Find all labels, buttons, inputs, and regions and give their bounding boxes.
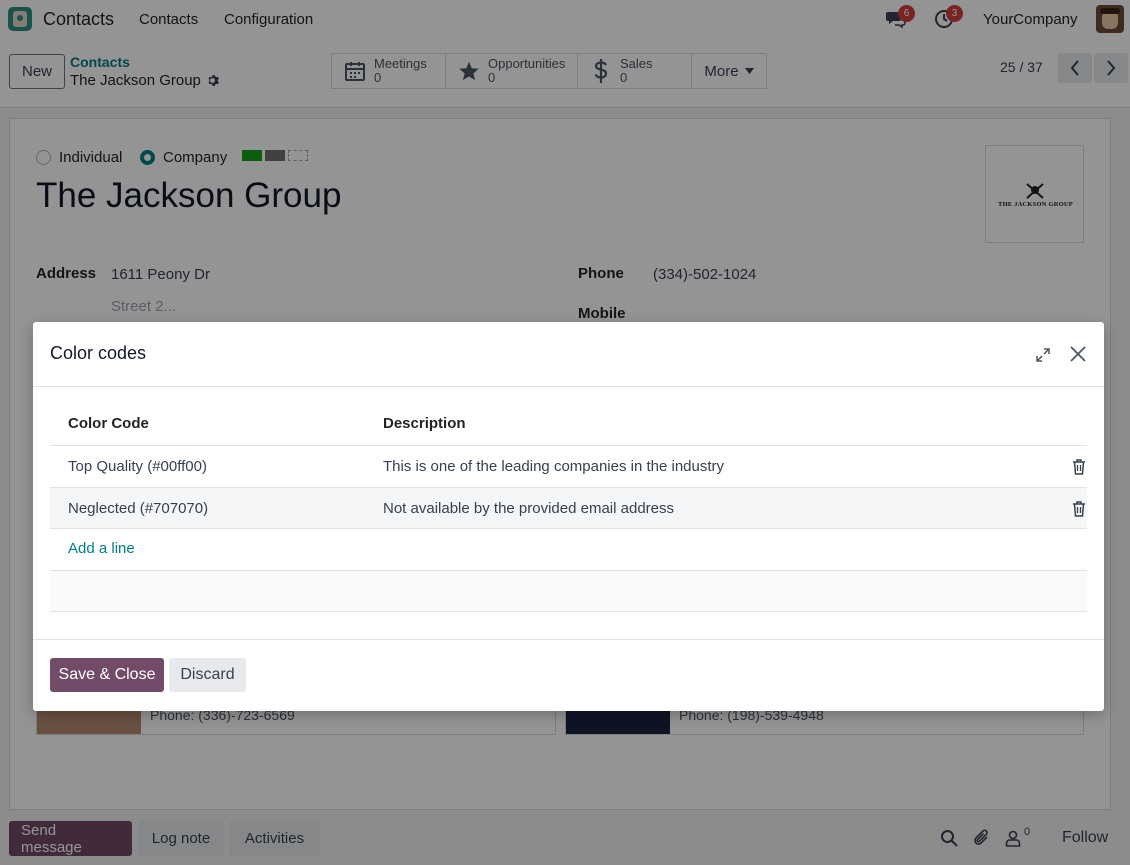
expand-icon[interactable] — [1033, 345, 1053, 365]
column-header-description[interactable]: Description — [383, 415, 466, 432]
dialog-title: Color codes — [50, 343, 147, 363]
trash-icon[interactable] — [1072, 501, 1086, 517]
row-color-code[interactable]: Top Quality (#00ff00) — [68, 458, 207, 475]
color-codes-dialog: Color codes Color Code Description Top Q… — [33, 322, 1104, 711]
row-description[interactable]: This is one of the leading companies in … — [383, 458, 724, 475]
column-header-color-code[interactable]: Color Code — [68, 415, 149, 432]
table-row[interactable]: Top Quality (#00ff00) This is one of the… — [50, 445, 1087, 487]
add-line-row — [50, 528, 1087, 570]
discard-button[interactable]: Discard — [169, 658, 246, 692]
row-description[interactable]: Not available by the provided email addr… — [383, 500, 674, 517]
add-line-link[interactable]: Add a line — [68, 540, 135, 557]
trash-icon[interactable] — [1072, 459, 1086, 475]
table-row[interactable]: Neglected (#707070) Not available by the… — [50, 487, 1087, 529]
header-divider — [33, 386, 1104, 387]
footer-divider — [33, 639, 1104, 640]
save-close-button[interactable]: Save & Close — [50, 658, 164, 692]
row-color-code[interactable]: Neglected (#707070) — [68, 500, 208, 517]
close-icon[interactable] — [1067, 343, 1089, 365]
empty-row — [50, 570, 1087, 612]
